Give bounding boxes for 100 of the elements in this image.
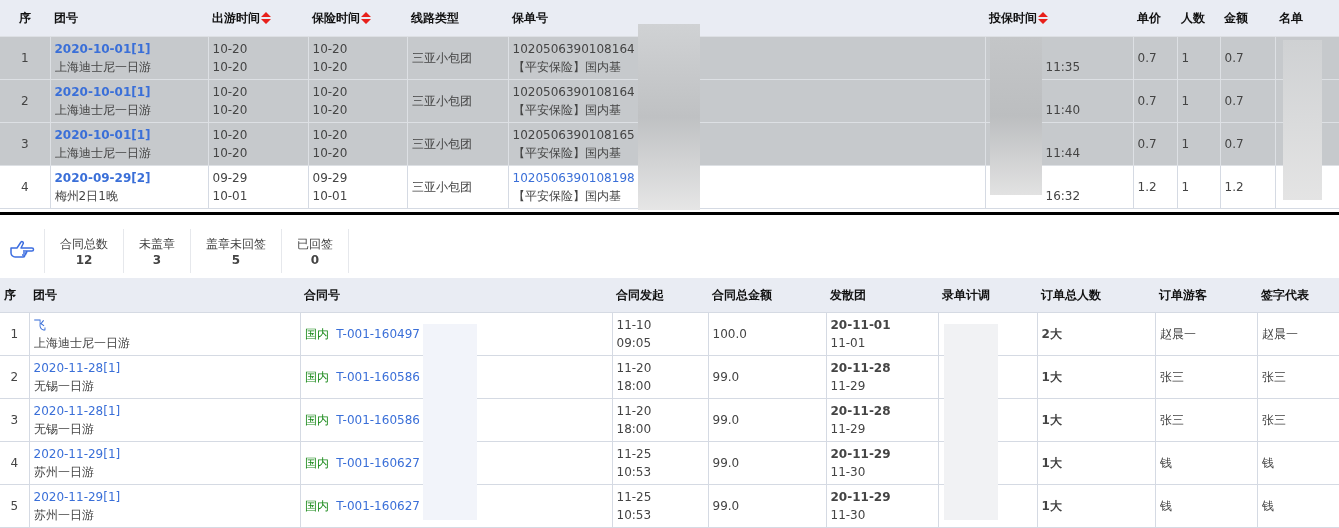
table-cell: 11-01 bbox=[830, 336, 866, 350]
column-header: 金额 bbox=[1224, 10, 1248, 25]
row-number: 4 bbox=[20, 180, 29, 194]
group-link[interactable]: 2020-11-29[1] bbox=[33, 490, 121, 504]
table-cell: 1.2 bbox=[1224, 180, 1244, 194]
group-link[interactable]: 2020-11-28[1] bbox=[33, 404, 121, 418]
group-link[interactable]: 2020-11-28[1] bbox=[33, 361, 121, 375]
table-cell: 11:35 bbox=[1045, 60, 1081, 74]
table-cell: 1大 bbox=[1041, 370, 1062, 384]
table-cell: 张三 bbox=[1159, 413, 1184, 427]
table-cell: 10-20 bbox=[312, 42, 348, 56]
policy-link[interactable]: 1020506390108198 bbox=[512, 171, 635, 185]
stat-value: 5 bbox=[231, 252, 241, 267]
group-link[interactable]: 2020-10-01[1] bbox=[54, 42, 151, 56]
table-cell: 10-20 bbox=[212, 42, 248, 56]
table-cell: 20-11-29 bbox=[830, 447, 891, 461]
table-cell: 11-10 bbox=[616, 318, 652, 332]
table-cell: 11-25 bbox=[616, 490, 652, 504]
table-cell: 三亚小包团 bbox=[411, 51, 472, 65]
policy-description: 【平安保险】国内基 bbox=[512, 103, 621, 117]
table-cell: 1 bbox=[1181, 180, 1190, 194]
table-cell: 10-20 bbox=[212, 85, 248, 99]
row-number: 3 bbox=[10, 413, 19, 427]
group-link[interactable]: 2020-09-29[2] bbox=[54, 171, 151, 185]
table-cell: 1大 bbox=[1041, 456, 1062, 470]
route-name: 苏州一日游 bbox=[33, 508, 94, 522]
table-cell: 三亚小包团 bbox=[411, 180, 472, 194]
group-link[interactable]: 2020-10-01[1] bbox=[54, 128, 151, 142]
contract-link[interactable]: T-001-160627 bbox=[336, 499, 420, 513]
region-tag: 国内 bbox=[304, 456, 329, 470]
table-cell: 张三 bbox=[1261, 413, 1286, 427]
table-cell: 11-20 bbox=[616, 361, 652, 375]
table-cell: 10-01 bbox=[312, 189, 348, 203]
region-tag: 国内 bbox=[304, 413, 329, 427]
table-cell: 20-11-01 bbox=[830, 318, 891, 332]
table-cell: 1.2 bbox=[1137, 180, 1157, 194]
table-cell: 赵晨一 bbox=[1261, 327, 1298, 341]
table-cell: 钱 bbox=[1159, 456, 1172, 470]
table-cell: 10-20 bbox=[312, 85, 348, 99]
table-cell: 钱 bbox=[1261, 456, 1274, 470]
table-cell: 11-29 bbox=[830, 422, 866, 436]
table-cell: 钱 bbox=[1159, 499, 1172, 513]
column-header: 序 bbox=[19, 10, 31, 25]
table-cell: 1 bbox=[1181, 137, 1190, 151]
contract-link[interactable]: T-001-160586 bbox=[336, 413, 420, 427]
sort-icon[interactable] bbox=[261, 12, 271, 24]
column-header: 录单计调 bbox=[942, 287, 990, 302]
contract-link[interactable]: T-001-160586 bbox=[336, 370, 420, 384]
stat-label: 未盖章 bbox=[139, 235, 175, 253]
table-cell: 18:00 bbox=[616, 422, 652, 436]
policy-number: 1020506390108164 bbox=[512, 42, 635, 56]
table-cell: 10-01 bbox=[212, 189, 248, 203]
stat-label: 合同总数 bbox=[60, 235, 108, 253]
table-cell: 0.7 bbox=[1137, 137, 1157, 151]
route-name: 上海迪士尼一日游 bbox=[54, 60, 151, 74]
table-cell: 99.0 bbox=[712, 499, 740, 513]
column-header: 发散团 bbox=[830, 287, 866, 302]
row-number: 5 bbox=[10, 499, 19, 513]
row-number: 1 bbox=[10, 327, 19, 341]
table-cell: 三亚小包团 bbox=[411, 137, 472, 151]
policy-description: 【平安保险】国内基 bbox=[512, 60, 621, 74]
table-cell: 18:00 bbox=[616, 379, 652, 393]
table-cell: 11-25 bbox=[616, 447, 652, 461]
table-cell: 99.0 bbox=[712, 370, 740, 384]
group-link[interactable]: 2020-11-29[1] bbox=[33, 447, 121, 461]
table-cell: 赵晨一 bbox=[1159, 327, 1196, 341]
sort-icon[interactable] bbox=[1038, 12, 1048, 24]
table-cell: 0.7 bbox=[1224, 137, 1244, 151]
table-cell: 2大 bbox=[1041, 327, 1062, 341]
table-cell: 11:40 bbox=[1045, 103, 1081, 117]
table-cell: 10-20 bbox=[212, 103, 248, 117]
stat-label: 盖章未回签 bbox=[206, 235, 266, 253]
policy-number: 1020506390108165 bbox=[512, 128, 635, 142]
table-cell: 1 bbox=[1181, 51, 1190, 65]
route-name: 上海迪士尼一日游 bbox=[54, 103, 151, 117]
group-link[interactable]: 2020-10-01[1] bbox=[54, 85, 151, 99]
column-header: 团号 bbox=[54, 10, 78, 25]
region-tag: 国内 bbox=[304, 327, 329, 341]
contract-link[interactable]: T-001-160627 bbox=[336, 456, 420, 470]
route-name: 梅州2日1晚 bbox=[54, 189, 118, 203]
contract-link[interactable]: T-001-160497 bbox=[336, 327, 420, 341]
table-cell: 10-20 bbox=[312, 60, 348, 74]
table-cell: 16:32 bbox=[1045, 189, 1081, 203]
row-number: 4 bbox=[10, 456, 19, 470]
table-cell: 100.0 bbox=[712, 327, 747, 341]
group-link[interactable]: 飞 bbox=[33, 318, 46, 332]
row-number: 3 bbox=[20, 137, 29, 151]
table-cell: 11-30 bbox=[830, 465, 866, 479]
table-cell: 11-29 bbox=[830, 379, 866, 393]
column-header: 序 bbox=[4, 287, 16, 302]
policy-number: 1020506390108164 bbox=[512, 85, 635, 99]
table-cell: 10:53 bbox=[616, 508, 652, 522]
sort-icon[interactable] bbox=[361, 12, 371, 24]
stat-value: 3 bbox=[152, 252, 162, 267]
table-cell: 1大 bbox=[1041, 413, 1062, 427]
table-cell: 11:44 bbox=[1045, 146, 1081, 160]
route-name: 上海迪士尼一日游 bbox=[54, 146, 151, 160]
route-name: 无锡一日游 bbox=[33, 379, 94, 393]
policy-description: 【平安保险】国内基 bbox=[512, 146, 621, 160]
table-cell: 1 bbox=[1181, 94, 1190, 108]
